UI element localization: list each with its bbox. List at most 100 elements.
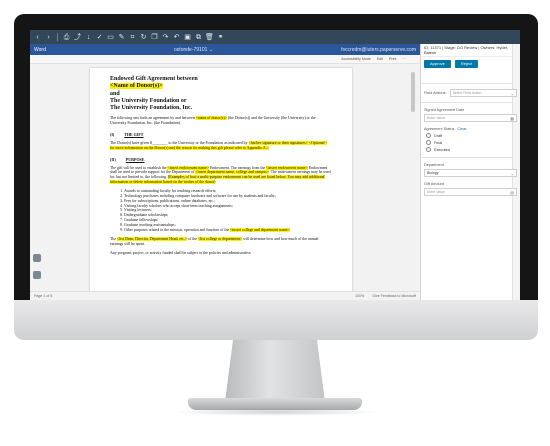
radio-draft[interactable]: Draft	[421, 133, 520, 138]
title-donor-placeholder: <Name of Donor(s)>	[110, 83, 163, 90]
radio-circle[interactable]	[426, 140, 431, 145]
gift-amount-placeholder: Enter Value	[427, 190, 446, 194]
download-icon[interactable]: ↓	[84, 33, 93, 42]
section-title: PURPOSE	[125, 156, 145, 162]
chevron-right-icon[interactable]: ›	[44, 33, 53, 42]
signed-date-input[interactable]: Enter Value ▦	[424, 114, 517, 122]
document-page: Endowed Gift Agreement between <Name of …	[90, 68, 352, 291]
folder-icon[interactable]: ▭	[106, 33, 115, 42]
list-item: Other purposes related to the mission, o…	[124, 228, 332, 233]
field-actions-select[interactable]: Select Field Action ⌄	[449, 89, 517, 97]
department-label: Department	[424, 163, 444, 167]
section-purpose-heading: (II) PURPOSE	[110, 157, 332, 162]
department-select[interactable]: Biology ⌄	[424, 169, 517, 177]
rotate-icon[interactable]: ↻	[139, 33, 148, 42]
image-icon[interactable]: ▣	[183, 33, 192, 42]
section-title: THE GIFT	[124, 132, 144, 138]
review-side-panel: ID: 11371 | Stage: DO Review | Owners: H…	[420, 44, 520, 300]
duplicate-icon[interactable]: ⧉	[194, 33, 203, 42]
crop-icon[interactable]: ⌗	[128, 33, 137, 42]
section-number: (I)	[110, 132, 115, 138]
toolbar-divider	[57, 33, 58, 41]
undo-icon[interactable]: ↶	[172, 33, 181, 42]
document-name[interactable]: ostonde-79101 ⌄	[174, 47, 213, 53]
share-icon[interactable]: ⤴	[73, 33, 82, 42]
radio-final[interactable]: Final	[421, 140, 520, 145]
calculator-icon: ▤	[510, 190, 514, 195]
radio-circle[interactable]	[426, 133, 431, 138]
check-icon[interactable]: ✓	[95, 33, 104, 42]
list-item-text: Other purposes related to the mission, o…	[124, 228, 231, 233]
print-icon[interactable]: ⎙	[62, 33, 71, 42]
college-placeholder: <list college or department>	[197, 237, 243, 242]
chevron-down-icon: ⌄	[510, 171, 514, 176]
gift-paragraph: The Donor(s) have given $________ to the…	[110, 141, 332, 151]
radio-label: Final	[434, 140, 443, 145]
radio-circle[interactable]	[426, 147, 431, 152]
purpose-list: Awards to outstanding faculty for teachi…	[124, 189, 332, 233]
document-scrollbar[interactable]	[410, 64, 416, 291]
copy-icon[interactable]: ❐	[150, 33, 159, 42]
intro-donor-placeholder: <name of donor(s)>	[195, 116, 227, 121]
closing-text: of the	[187, 237, 198, 242]
monitor-mockup: ‹ › ⎙ ⤴ ↓ ✓ ▭ ✎ ⌗ ↻ ❐ ↷ ↶ ▣ ⧉ 🗑 ⚭ Word o…	[0, 0, 550, 446]
title-line-5: The University Foundation, Inc.	[110, 105, 193, 112]
gift-signature-placeholder: <his/her signature or their signatures>	[248, 141, 308, 146]
zoom-level[interactable]: 100%	[355, 294, 364, 298]
gift-amount-label: Gift Amount	[424, 182, 444, 186]
section-number: (II)	[110, 156, 116, 162]
link-icon[interactable]: ⚭	[216, 33, 225, 42]
user-email[interactable]: fsccredm@iuters.paperserve.com	[341, 47, 416, 53]
intro-paragraph: The following sets forth an agreement by…	[110, 116, 332, 126]
scrollbar-thumb[interactable]	[411, 72, 415, 112]
status-bar: Page 1 of 5 100% Give Feedback to Micros…	[30, 291, 420, 300]
closing-text: The	[110, 237, 118, 242]
section-gift-heading: (I) THE GIFT	[110, 132, 332, 137]
endowment-name-placeholder: <insert endowment name>	[167, 165, 210, 170]
action-buttons: Approve Reject	[421, 57, 520, 71]
feedback-link[interactable]: Give Feedback to Microsoft	[372, 294, 416, 298]
tail-paragraph: Any program, project, or activity funded…	[110, 250, 251, 255]
field-actions-placeholder: Select Field Action	[452, 91, 482, 95]
divider	[421, 157, 520, 158]
word-ribbon: Accessibility Mode Edit Print ···	[30, 55, 420, 64]
top-toolbar: ‹ › ⎙ ⤴ ↓ ✓ ▭ ✎ ⌗ ↻ ❐ ↷ ↶ ▣ ⧉ 🗑 ⚭	[30, 30, 520, 44]
trash-icon[interactable]: 🗑	[205, 33, 214, 42]
accessibility-mode-button[interactable]: Accessibility Mode	[341, 57, 371, 61]
document-canvas[interactable]: Endowed Gift Agreement between <Name of …	[30, 64, 420, 291]
divider	[421, 102, 520, 103]
edit-button[interactable]: Edit	[377, 57, 383, 61]
field-actions-row: Field Actions: Select Field Action ⌄	[421, 89, 520, 97]
purpose-paragraph: The gift will be used to establish the <…	[110, 165, 332, 185]
record-header: ID: 11371 | Stage: DO Review | Owners: H…	[421, 44, 520, 57]
calendar-icon[interactable]: ▦	[510, 115, 514, 122]
word-app-label[interactable]: Word	[34, 47, 46, 53]
screen: ‹ › ⎙ ⤴ ↓ ✓ ▭ ✎ ⌗ ↻ ❐ ↷ ↶ ▣ ⧉ 🗑 ⚭ Word o…	[30, 30, 520, 300]
closing-paragraph: The <list Dean, Director, Department Hea…	[110, 237, 332, 247]
chat-icon[interactable]	[33, 271, 41, 279]
comment-icon[interactable]	[33, 254, 41, 262]
word-online-viewer: Word ostonde-79101 ⌄ fsccredm@iuters.pap…	[30, 44, 420, 300]
signed-date-label: Signed Agreement Date	[424, 108, 465, 112]
purpose-text: The gift will be used to establish the	[110, 165, 168, 170]
edit-icon[interactable]: ✎	[117, 33, 126, 42]
chevron-left-icon[interactable]: ‹	[33, 33, 42, 42]
field-actions-label: Field Actions:	[424, 91, 447, 95]
approve-button[interactable]: Approve	[424, 60, 451, 68]
gift-amount-input[interactable]: Enter Value ▤	[424, 188, 517, 196]
clear-link[interactable]: Clear	[457, 127, 466, 131]
word-title-bar: Word ostonde-79101 ⌄ fsccredm@iuters.pap…	[30, 44, 420, 55]
monitor-stand-neck	[225, 340, 325, 402]
college-department-placeholder: <insert college and department name>	[230, 228, 290, 233]
radio-executed[interactable]: Executed	[421, 147, 520, 152]
dean-placeholder: <list Dean, Director, Department Head, e…	[117, 237, 188, 242]
gift-text: The Donor(s) have given $________ to the…	[110, 141, 249, 146]
reject-button[interactable]: Reject	[454, 60, 479, 68]
chevron-down-icon: ⌄	[510, 91, 514, 96]
redo-icon[interactable]: ↷	[161, 33, 170, 42]
radio-label: Draft	[434, 133, 443, 138]
more-button[interactable]: ···	[402, 57, 406, 61]
print-button[interactable]: Print	[389, 57, 396, 61]
title-donor: <Name of Donor(s)>	[110, 83, 332, 90]
department-placeholder: <insert department name, college and cam…	[195, 170, 269, 175]
